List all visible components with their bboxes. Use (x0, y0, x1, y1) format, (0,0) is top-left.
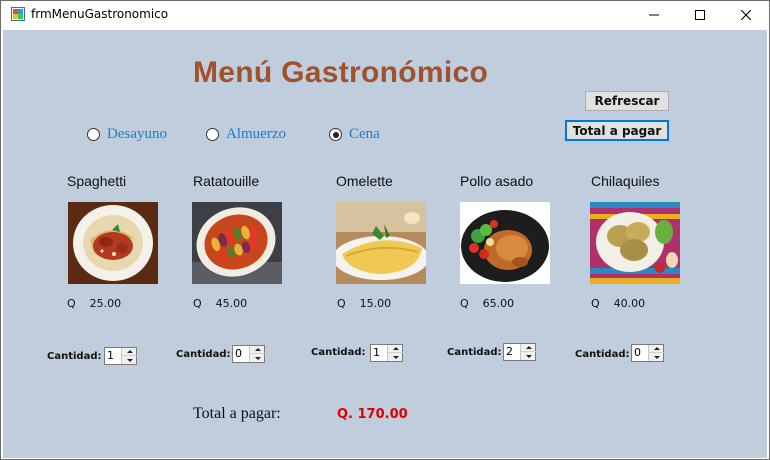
close-button[interactable] (723, 1, 769, 29)
spin-down-icon[interactable] (122, 356, 137, 364)
dish-image-spaghetti (68, 202, 158, 284)
dish-price-spaghetti: Q 25.00 (67, 297, 122, 310)
total-label: Total a pagar: (193, 405, 281, 422)
spin-down-icon[interactable] (388, 353, 403, 361)
dish-price-chilaquiles: Q 40.00 (591, 297, 646, 310)
qty-value[interactable]: 0 (634, 346, 641, 359)
qty-value[interactable]: 1 (373, 346, 380, 359)
maximize-icon (695, 10, 705, 20)
dish-name-ratatouille: Ratatouille (193, 173, 260, 189)
dish-price-omelette: Q 15.00 (337, 297, 392, 310)
total-value: Q. 170.00 (337, 407, 408, 422)
qty-label-pollo-asado: Cantidad: (447, 347, 502, 358)
dish-name-omelette: Omelette (336, 173, 393, 189)
dish-price-pollo-asado: Q 65.00 (460, 297, 515, 310)
spin-down-icon[interactable] (250, 354, 265, 362)
form-client-area: Menú Gastronómico Refrescar Total a paga… (3, 30, 767, 458)
dish-image-ratatouille (192, 202, 282, 284)
radio-label: Almuerzo (226, 126, 286, 142)
dish-price-ratatouille: Q 45.00 (193, 297, 248, 310)
dish-image-omelette (336, 202, 426, 284)
spin-up-icon[interactable] (388, 345, 403, 353)
qty-label-omelette: Cantidad: (311, 347, 366, 358)
dish-image-chilaquiles (590, 202, 680, 284)
radio-label: Desayuno (107, 126, 167, 142)
dish-image-pollo-asado (460, 202, 550, 284)
radio-circle-checked[interactable] (329, 128, 342, 141)
spin-buttons[interactable] (249, 346, 265, 362)
spin-buttons[interactable] (520, 344, 536, 360)
spin-down-icon[interactable] (521, 352, 536, 360)
close-icon (741, 10, 751, 20)
title-bar[interactable]: frmMenuGastronomico (1, 1, 769, 29)
qty-stepper-chilaquiles[interactable]: 0 (631, 344, 664, 362)
spin-buttons[interactable] (648, 345, 664, 361)
qty-label-chilaquiles: Cantidad: (575, 349, 630, 360)
maximize-button[interactable] (677, 1, 723, 29)
radio-cena[interactable]: Cena (329, 126, 380, 143)
window-title: frmMenuGastronomico (31, 7, 169, 21)
radio-circle[interactable] (206, 128, 219, 141)
spin-up-icon[interactable] (521, 344, 536, 352)
app-icon (11, 7, 25, 21)
dish-name-pollo-asado: Pollo asado (460, 173, 534, 189)
qty-stepper-ratatouille[interactable]: 0 (232, 345, 265, 363)
qty-value[interactable]: 1 (107, 349, 114, 362)
qty-stepper-pollo-asado[interactable]: 2 (503, 343, 536, 361)
spin-up-icon[interactable] (250, 346, 265, 354)
total-button[interactable]: Total a pagar (565, 120, 669, 141)
spin-up-icon[interactable] (122, 348, 137, 356)
qty-stepper-omelette[interactable]: 1 (370, 344, 403, 362)
minimize-button[interactable] (631, 1, 677, 29)
spin-down-icon[interactable] (649, 353, 664, 361)
qty-value[interactable]: 0 (235, 347, 242, 360)
refresh-button[interactable]: Refrescar (585, 91, 669, 111)
qty-label-ratatouille: Cantidad: (176, 349, 231, 360)
dish-name-spaghetti: Spaghetti (67, 173, 127, 189)
qty-stepper-spaghetti[interactable]: 1 (104, 347, 137, 365)
app-window: frmMenuGastronomico Menú Gastronómico Re… (0, 0, 770, 460)
page-title: Menú Gastronómico (193, 56, 489, 89)
spin-up-icon[interactable] (649, 345, 664, 353)
radio-almuerzo[interactable]: Almuerzo (206, 126, 286, 143)
minimize-icon (649, 14, 659, 16)
radio-circle[interactable] (87, 128, 100, 141)
dish-name-chilaquiles: Chilaquiles (591, 173, 660, 189)
spin-buttons[interactable] (121, 348, 137, 364)
radio-label: Cena (349, 126, 380, 142)
spin-buttons[interactable] (387, 345, 403, 361)
radio-desayuno[interactable]: Desayuno (87, 126, 167, 143)
qty-value[interactable]: 2 (506, 345, 513, 358)
qty-label-spaghetti: Cantidad: (47, 351, 102, 362)
